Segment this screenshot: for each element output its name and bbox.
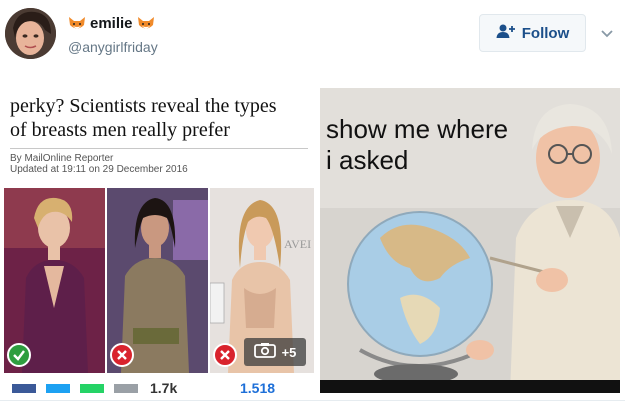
twitter-icon: [46, 384, 70, 393]
add-user-icon: [496, 23, 516, 44]
check-badge-icon: [7, 343, 31, 367]
fox-face-icon: [137, 16, 155, 32]
facebook-icon: [12, 384, 36, 393]
meme-caption: show me where i asked: [326, 114, 566, 176]
article-headline: perky? Scientists reveal the types of br…: [10, 88, 310, 142]
cross-badge-icon: [213, 343, 237, 367]
cross-badge-icon: [110, 343, 134, 367]
caption-line: i asked: [326, 145, 409, 175]
headline-line: of breasts men really prefer: [10, 119, 230, 141]
meme-bottom-bar: [320, 380, 620, 393]
whatsapp-icon: [80, 384, 104, 393]
gallery-count-overlay: +5: [244, 338, 306, 366]
tweet-author[interactable]: emilie @anygirlfriday: [68, 14, 158, 55]
tweet-media[interactable]: perky? Scientists reveal the types of br…: [2, 88, 620, 393]
divider: [0, 400, 625, 401]
byline-author: By MailOnline Reporter: [10, 153, 114, 164]
follow-button[interactable]: Follow: [479, 14, 586, 52]
share-bar: 1.7k 1,518: [2, 380, 314, 393]
svg-text:AVEI: AVEI: [284, 237, 311, 251]
share-count: 1.7k: [150, 380, 178, 393]
display-name[interactable]: emilie: [90, 14, 133, 34]
headline-line: perky? Scientists reveal the types: [10, 95, 277, 117]
fox-face-icon: [68, 16, 86, 32]
divider: [10, 148, 308, 149]
user-handle[interactable]: @anygirlfriday: [68, 39, 158, 55]
article-screenshot: perky? Scientists reveal the types of br…: [2, 88, 314, 393]
article-photo: [4, 188, 105, 373]
chevron-down-icon[interactable]: [600, 26, 614, 44]
gallery-count: +5: [281, 344, 297, 360]
comment-count: 1,518: [240, 380, 276, 393]
follow-label: Follow: [521, 24, 570, 42]
article-byline: By MailOnline Reporter Updated at 19:11 …: [10, 153, 188, 175]
avatar[interactable]: [5, 8, 56, 59]
caption-line: show me where: [326, 114, 509, 144]
byline-updated: Updated at 19:11 on 29 December 2016: [10, 164, 188, 175]
meme-image: show me where i asked: [320, 88, 620, 393]
article-photo: [107, 188, 208, 373]
camera-icon: [253, 342, 276, 363]
email-icon: [114, 384, 138, 393]
